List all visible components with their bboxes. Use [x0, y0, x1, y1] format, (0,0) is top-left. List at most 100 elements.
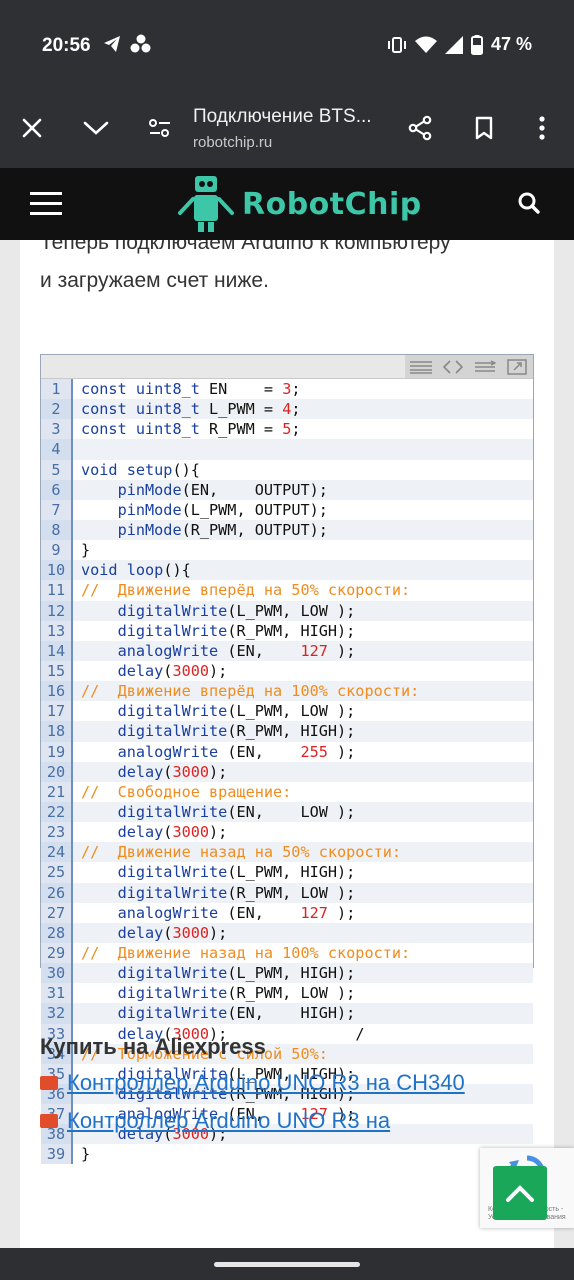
- line-number: 10: [41, 560, 73, 581]
- code-text: pinMode(L_PWM, OUTPUT);: [117, 500, 328, 519]
- open-new-window-button[interactable]: [501, 355, 533, 378]
- code-text: // Движение назад на 50% скорости:: [81, 843, 402, 862]
- telegram-icon: [104, 36, 120, 52]
- code-line: 16 // Движение вперёд на 100% скорости:: [41, 681, 533, 702]
- wifi-icon: [414, 36, 437, 53]
- mail-icon: [40, 1076, 58, 1090]
- page-info-button[interactable]: [140, 108, 180, 148]
- code-text: digitalWrite(EN, HIGH);: [117, 1004, 356, 1023]
- lines-icon: [410, 360, 432, 374]
- battery-percent: 47 %: [490, 34, 532, 54]
- code-line: 29 // Движение назад на 100% скорости:: [41, 942, 533, 964]
- system-nav-bar: [0, 1248, 574, 1280]
- mail-icon: [40, 1114, 58, 1128]
- code-line: 25 digitalWrite(L_PWM, HIGH);: [41, 862, 533, 883]
- line-number: 8: [41, 519, 73, 541]
- code-text: digitalWrite(EN, LOW );: [117, 802, 356, 821]
- share-icon: [408, 115, 432, 141]
- app-cluster-icon: [130, 34, 151, 53]
- more-vert-icon: [539, 116, 545, 140]
- code-text: analogWrite (EN, 127 );: [117, 903, 356, 922]
- code-text: digitalWrite(R_PWM, HIGH);: [117, 621, 356, 640]
- line-number: 32: [41, 1003, 73, 1024]
- code-line: 26 digitalWrite(R_PWM, LOW );: [41, 882, 533, 903]
- code-text: pinMode(EN, OUTPUT);: [117, 480, 328, 499]
- code-brackets-icon: [442, 359, 464, 374]
- buy-section-title: Купить на Aliexpress: [40, 1034, 266, 1059]
- code-text: }: [81, 1145, 91, 1164]
- code-text: pinMode(R_PWM, OUTPUT);: [117, 520, 328, 539]
- close-icon: [22, 118, 42, 138]
- wrap-button[interactable]: [469, 355, 501, 378]
- code-line: 27 analogWrite (EN, 127 );: [41, 902, 533, 923]
- line-number: 14: [41, 640, 73, 661]
- code-line: 2 const uint8_t L_PWM = 4;: [41, 399, 533, 420]
- status-bar: 20:56 47 %: [0, 0, 574, 90]
- code-line: 3 const uint8_t R_PWM = 5;: [41, 419, 533, 440]
- code-text: delay(3000);: [117, 823, 228, 842]
- status-icons-left: [102, 34, 152, 54]
- code-tools: [405, 355, 533, 378]
- code-text: // Движение назад на 100% скорости:: [81, 943, 411, 962]
- line-number: 39: [41, 1144, 73, 1165]
- code-line: 18 digitalWrite(R_PWM, HIGH);: [41, 721, 533, 742]
- code-text: const uint8_t R_PWM = 5;: [81, 420, 301, 439]
- code-text: }: [81, 541, 91, 560]
- more-menu-button[interactable]: [522, 108, 562, 148]
- code-text: digitalWrite(L_PWM, HIGH);: [117, 964, 356, 983]
- line-number: 26: [41, 882, 73, 903]
- line-number: 30: [41, 963, 73, 984]
- line-number: 15: [41, 660, 73, 682]
- code-text: delay(3000);: [117, 661, 228, 680]
- code-line: 22 digitalWrite(EN, LOW );: [41, 801, 533, 823]
- code-line: 30 digitalWrite(L_PWM, HIGH);: [41, 963, 533, 984]
- page-title: Подключение BTS...: [193, 106, 372, 127]
- line-number: 27: [41, 902, 73, 923]
- line-number: 28: [41, 922, 73, 943]
- code-text: digitalWrite(L_PWM, HIGH);: [117, 863, 356, 882]
- buy-link-1[interactable]: Контроллер Arduino UNO R3 на CH340: [40, 1070, 465, 1096]
- line-number: 1: [41, 379, 73, 400]
- menu-button[interactable]: [30, 192, 62, 216]
- code-line: 15 delay(3000);: [41, 660, 533, 682]
- code-text: digitalWrite(R_PWM, HIGH);: [117, 722, 356, 741]
- buy-link-1-label: Контроллер Arduino UNO R3 на CH340: [67, 1070, 465, 1095]
- code-line: 24 // Движение назад на 50% скорости:: [41, 842, 533, 863]
- close-button[interactable]: [12, 108, 52, 148]
- browser-toolbar: Подключение BTS... robotchip.ru: [0, 90, 574, 168]
- bookmark-button[interactable]: [464, 108, 504, 148]
- scroll-to-top-button[interactable]: [493, 1166, 547, 1220]
- code-line: 4: [41, 439, 533, 460]
- collapse-button[interactable]: [76, 108, 116, 148]
- code-toolbar: [41, 355, 533, 379]
- share-button[interactable]: [400, 108, 440, 148]
- buy-link-2[interactable]: Контроллер Arduino UNO R3 на: [40, 1108, 390, 1134]
- page-url: robotchip.ru: [193, 134, 273, 151]
- code-text: // Свободное вращение:: [81, 782, 292, 801]
- code-line: 5 void setup(){: [41, 459, 533, 480]
- code-line: 1 const uint8_t EN = 3;: [41, 379, 533, 400]
- line-number: 24: [41, 842, 73, 863]
- line-number: 11: [41, 580, 73, 601]
- line-number: 6: [41, 479, 73, 500]
- chevron-down-icon: [83, 121, 109, 135]
- view-source-button[interactable]: [405, 355, 437, 378]
- buy-link-2-label: Контроллер Arduino UNO R3 на: [67, 1108, 391, 1133]
- toggle-code-button[interactable]: [437, 355, 469, 378]
- line-number: 7: [41, 499, 73, 520]
- line-number: 22: [41, 801, 73, 823]
- line-number: 16: [41, 681, 73, 702]
- line-number: 5: [41, 459, 73, 480]
- site-search-button[interactable]: [514, 188, 544, 218]
- home-gesture-handle[interactable]: [214, 1262, 360, 1267]
- code-line: 13 digitalWrite(R_PWM, HIGH);: [41, 620, 533, 641]
- signal-icon: [444, 35, 463, 54]
- web-page: Теперь подключаем Arduino к компьютеру и…: [0, 168, 574, 1248]
- vibrate-icon: [387, 36, 406, 53]
- status-icons-right: 47 %: [387, 34, 532, 55]
- line-number: 29: [41, 942, 73, 964]
- site-logo[interactable]: RobotChip: [176, 168, 422, 240]
- code-text: delay(3000);: [117, 923, 228, 942]
- battery-icon: [470, 34, 483, 55]
